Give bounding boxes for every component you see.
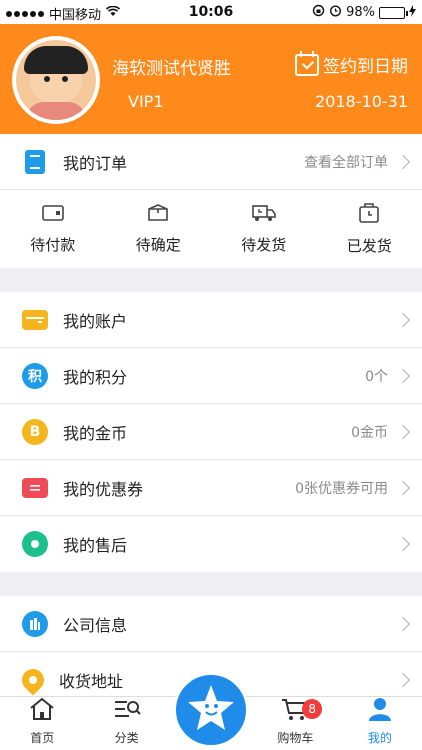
chevron-right-icon [395,312,411,327]
user-icon [367,697,393,725]
order-status-grid: 待付款 待确定 待发货 已发货 [0,190,422,268]
battery-percent: 98% [346,5,375,20]
points-icon: 积 [22,362,48,389]
order-shipped[interactable]: 已发货 [317,190,422,268]
avatar-image [16,40,96,120]
company-icon [22,610,48,637]
tab-label: 分类 [114,731,139,745]
order-list-icon [25,149,45,174]
member-level: VIP1 [128,92,164,111]
row-label: 公司信息 [63,615,128,635]
tab-cart[interactable]: 8 购物车 [253,697,337,750]
row-label: 我的金币 [63,423,128,443]
wallet-outline-icon [41,204,64,226]
profile-header: 海软测试代贤胜 VIP1 签约到日期 2018-10-31 [0,24,422,134]
sign-date-button[interactable]: 签约到日期 [295,50,408,77]
my-account-row[interactable]: 我的账户 [0,292,422,348]
status-bar: 中国移动 10:06 98% [0,0,422,24]
order-pending-shipment[interactable]: 待发货 [211,190,317,268]
after-sales-icon [22,531,48,557]
order-pending-payment[interactable]: 待付款 [0,190,106,268]
chevron-right-icon [395,672,411,688]
chevron-right-icon [395,536,411,552]
my-orders-label: 我的订单 [63,153,128,173]
coupons-value: 0张优惠券可用 [295,480,388,497]
tab-label: 首页 [30,731,55,745]
truck-clock-icon [251,204,276,226]
my-orders-row[interactable]: 我的订单 查看全部订单 [0,134,422,190]
row-label: 收货地址 [59,672,124,691]
box-outline-icon [147,203,169,226]
chevron-right-icon [395,424,411,439]
row-label: 我的优惠券 [63,479,144,499]
row-label: 我的积分 [63,367,128,387]
my-coins-row[interactable]: B 我的金币 0金币 [0,404,422,460]
sign-date-value: 2018-10-31 [315,92,408,111]
sign-date-label: 签约到日期 [323,57,408,77]
package-clock-icon [358,202,380,227]
order-state-label: 待确定 [135,235,181,254]
alarm-icon [329,4,342,21]
tab-me[interactable]: 我的 [338,697,422,750]
home-icon [29,697,55,725]
chevron-right-icon [395,616,411,631]
tab-category[interactable]: 分类 [84,697,168,750]
company-info-row[interactable]: 公司信息 [0,596,422,652]
star-mascot-icon [185,682,237,738]
order-state-label: 待付款 [30,235,76,254]
battery-icon [379,6,408,19]
orders-section: 我的订单 查看全部订单 待付款 待确定 待发货 已发货 [0,134,422,268]
my-points-row[interactable]: 积 我的积分 0个 [0,348,422,404]
order-state-label: 已发货 [346,236,392,255]
avatar[interactable] [12,36,100,124]
my-coupons-row[interactable]: 我的优惠券 0张优惠券可用 [0,460,422,516]
location-pin-icon [17,664,49,696]
row-label: 我的售后 [63,536,128,555]
user-name: 海软测试代贤胜 [112,59,231,79]
row-label: 我的账户 [63,311,128,331]
tab-label: 我的 [367,731,392,745]
tab-home[interactable]: 首页 [0,697,84,750]
category-search-icon [113,697,141,725]
order-state-label: 待发货 [241,235,287,254]
assets-section: 我的账户 积 我的积分 0个 B 我的金币 0金币 我的优惠券 0张优惠券可用 … [0,292,422,572]
wallet-icon [22,309,48,330]
cart-badge: 8 [302,699,323,719]
my-after-sales-row[interactable]: 我的售后 [0,516,422,572]
center-star-button[interactable] [173,672,249,748]
chevron-right-icon [395,480,411,495]
status-right: 98% [312,4,416,21]
tab-label: 购物车 [277,731,314,745]
calendar-check-icon [295,50,319,76]
chevron-right-icon [395,154,411,169]
order-pending-confirm[interactable]: 待确定 [106,190,212,268]
coins-value: 0金币 [351,424,388,441]
chevron-right-icon [395,368,411,383]
points-value: 0个 [365,368,388,385]
view-all-orders-link[interactable]: 查看全部订单 [304,152,388,172]
lock-rotation-icon [312,4,325,21]
charging-icon [409,4,416,21]
coin-icon: B [22,418,48,445]
coupon-icon [22,477,48,498]
